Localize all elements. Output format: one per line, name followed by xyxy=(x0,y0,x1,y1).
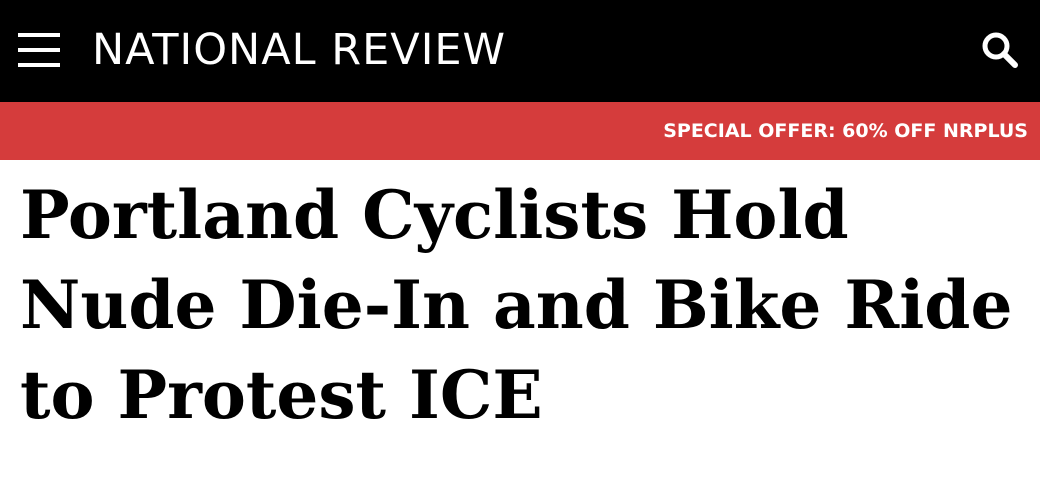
menu-bar xyxy=(18,33,60,37)
menu-bar xyxy=(18,48,60,52)
site-logo[interactable]: NATIONAL REVIEW xyxy=(92,24,506,76)
special-offer-link[interactable]: SPECIAL OFFER: 60% OFF NRPLUS xyxy=(663,102,1028,160)
menu-bar xyxy=(18,63,60,67)
search-icon[interactable] xyxy=(980,30,1020,70)
promo-banner: SPECIAL OFFER: 60% OFF NRPLUS xyxy=(0,102,1040,160)
article-headline: Portland Cyclists Hold Nude Die-In and B… xyxy=(20,176,1013,434)
site-header: NATIONAL REVIEW xyxy=(0,0,1040,102)
hamburger-menu-icon[interactable] xyxy=(18,31,60,71)
